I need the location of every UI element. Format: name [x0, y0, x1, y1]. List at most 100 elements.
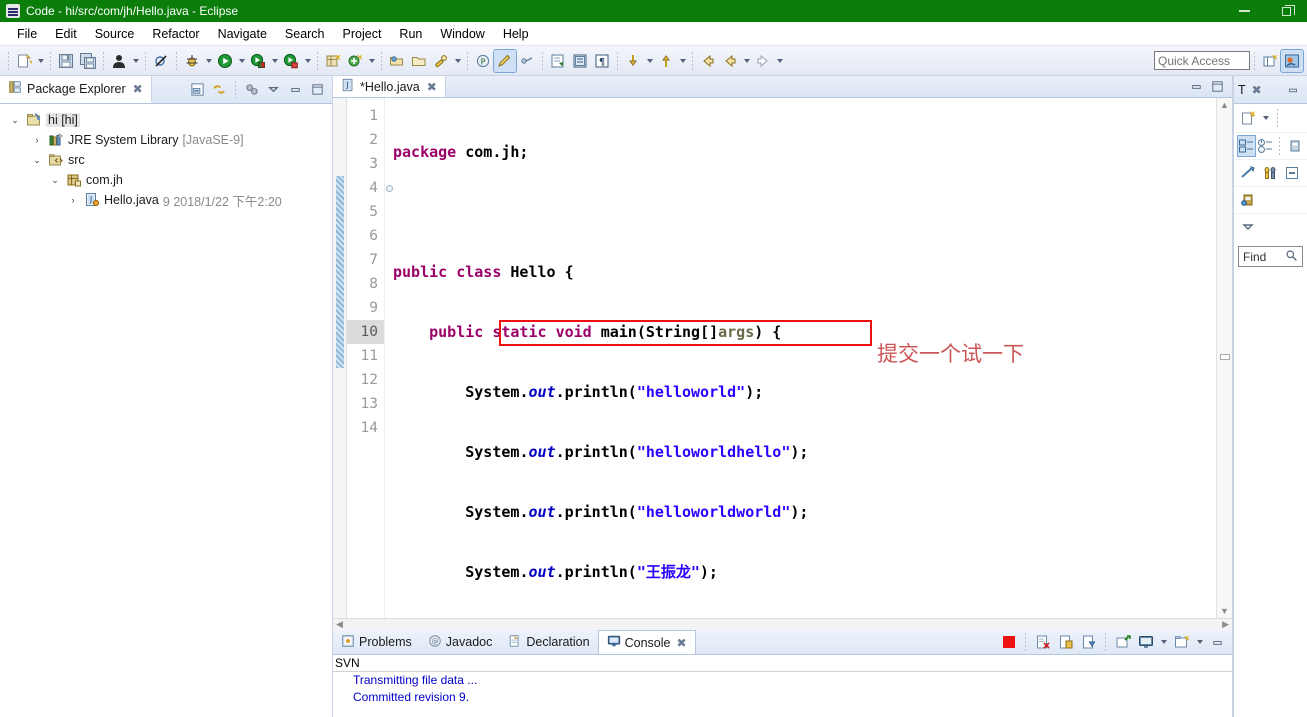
synchronize-icon[interactable]: [1286, 136, 1303, 156]
show-all-tasks-icon[interactable]: [1260, 163, 1280, 183]
link-with-editor-icon[interactable]: [209, 79, 230, 100]
tree-node-jre-library[interactable]: › JRE System Library [JavaSE-9]: [0, 130, 332, 150]
run-external-tools-icon[interactable]: [247, 50, 269, 72]
close-icon[interactable]: ✖: [133, 82, 143, 96]
maximize-icon[interactable]: [1207, 76, 1228, 97]
close-icon[interactable]: ✖: [1252, 83, 1262, 97]
user-profile-dropdown[interactable]: [130, 50, 141, 72]
maximize-icon[interactable]: [307, 79, 328, 100]
skip-breakpoints-icon[interactable]: [150, 50, 172, 72]
chevron-right-icon[interactable]: ›: [66, 193, 80, 207]
menu-help[interactable]: Help: [494, 24, 538, 44]
tree-node-src[interactable]: ⌄ src: [0, 150, 332, 170]
new-task-dropdown[interactable]: [1260, 107, 1271, 129]
restore-button[interactable]: [1265, 0, 1307, 22]
next-edit-dropdown[interactable]: [644, 50, 655, 72]
tab-declaration[interactable]: Declaration: [500, 630, 597, 654]
debug-icon[interactable]: [181, 50, 203, 72]
quick-access-input[interactable]: [1154, 51, 1250, 70]
menu-edit[interactable]: Edit: [46, 24, 86, 44]
coverage-dropdown[interactable]: [302, 50, 313, 72]
overview-ruler-mark[interactable]: [1220, 354, 1230, 360]
menu-navigate[interactable]: Navigate: [209, 24, 276, 44]
collapse-all-icon[interactable]: [1282, 163, 1302, 183]
scheduled-presentation-icon[interactable]: [1257, 136, 1274, 156]
tab-hello-java[interactable]: J *Hello.java ✖: [333, 76, 446, 97]
minimize-button[interactable]: [1223, 0, 1265, 22]
minimize-icon[interactable]: [1207, 632, 1228, 653]
minimize-icon[interactable]: [285, 79, 306, 100]
forward-nav-icon[interactable]: [752, 50, 774, 72]
scroll-lock-icon[interactable]: [1112, 632, 1133, 653]
minimize-icon[interactable]: [1283, 80, 1303, 100]
java-perspective-icon[interactable]: [1280, 48, 1304, 73]
run-icon[interactable]: [214, 50, 236, 72]
chevron-right-icon[interactable]: ›: [30, 133, 44, 147]
next-edit-icon[interactable]: [622, 50, 644, 72]
search-icon[interactable]: [1285, 249, 1298, 265]
toggle-mark-occurrences-icon[interactable]: P: [472, 50, 494, 72]
forward-history-icon[interactable]: [719, 50, 741, 72]
new-class-icon[interactable]: [344, 50, 366, 72]
menu-window[interactable]: Window: [431, 24, 493, 44]
clear-console-icon[interactable]: [1078, 632, 1099, 653]
new-wizard-dropdown[interactable]: [35, 50, 46, 72]
close-icon[interactable]: ✖: [427, 80, 437, 94]
coverage-icon[interactable]: [280, 50, 302, 72]
previous-edit-icon[interactable]: [569, 50, 591, 72]
focus-on-workweek-icon[interactable]: [1238, 163, 1258, 183]
new-task-icon[interactable]: [1238, 108, 1258, 128]
tab-package-explorer[interactable]: Package Explorer ✖: [0, 76, 152, 103]
previous-annotation-icon[interactable]: [655, 50, 677, 72]
close-icon[interactable]: ✖: [676, 636, 686, 650]
new-wizard-icon[interactable]: [13, 50, 35, 72]
remove-all-terminated-icon[interactable]: [1055, 632, 1076, 653]
view-menu-icon[interactable]: [1238, 217, 1258, 237]
console-output[interactable]: SVN Transmitting file data ... Committed…: [333, 655, 1232, 717]
scroll-up-icon[interactable]: ▲: [1220, 100, 1229, 110]
remove-launch-icon[interactable]: [1032, 632, 1053, 653]
source-code-text[interactable]: package com.jh; public class Hello { pub…: [385, 98, 1216, 618]
open-console-icon[interactable]: [1171, 632, 1192, 653]
paragraph-icon[interactable]: ¶: [591, 50, 613, 72]
previous-annotation-dropdown[interactable]: [677, 50, 688, 72]
external-tools-dropdown[interactable]: [269, 50, 280, 72]
search-dropdown[interactable]: [452, 50, 463, 72]
run-dropdown[interactable]: [236, 50, 247, 72]
chevron-down-icon[interactable]: ⌄: [48, 173, 62, 187]
task-find-field[interactable]: Find: [1238, 246, 1303, 267]
editor-horizontal-scrollbar[interactable]: ◀ ▶: [333, 618, 1232, 630]
collapse-all-icon[interactable]: [187, 79, 208, 100]
open-console-dropdown[interactable]: [1194, 631, 1205, 653]
view-menu-icon[interactable]: [263, 79, 284, 100]
scroll-left-icon[interactable]: ◀: [336, 619, 343, 630]
open-type-icon[interactable]: [386, 50, 408, 72]
tab-console[interactable]: Console ✖: [597, 630, 696, 654]
save-all-icon[interactable]: [77, 50, 99, 72]
next-annotation-icon[interactable]: [547, 50, 569, 72]
menu-source[interactable]: Source: [86, 24, 144, 44]
tree-node-package[interactable]: ⌄ com.jh: [0, 170, 332, 190]
task-list-tab-label[interactable]: T: [1238, 83, 1246, 97]
chevron-down-icon[interactable]: ⌄: [30, 153, 44, 167]
tree-node-java-file[interactable]: › J Hello.java 9 2018/1/22 下午2:20: [0, 190, 332, 210]
open-perspective-icon[interactable]: [1259, 50, 1281, 72]
focus-on-active-task-icon[interactable]: [241, 79, 262, 100]
search-icon[interactable]: [430, 50, 452, 72]
forward-nav-dropdown[interactable]: [774, 50, 785, 72]
pencil-highlight-icon[interactable]: [493, 48, 517, 73]
editor-vertical-scrollbar[interactable]: ▲ ▼: [1216, 98, 1232, 618]
menu-search[interactable]: Search: [276, 24, 334, 44]
history-dropdown[interactable]: [741, 50, 752, 72]
scroll-down-icon[interactable]: ▼: [1220, 606, 1229, 616]
menu-run[interactable]: Run: [390, 24, 431, 44]
new-java-project-icon[interactable]: [322, 50, 344, 72]
categorized-presentation-icon[interactable]: [1237, 135, 1256, 157]
menu-file[interactable]: File: [8, 24, 46, 44]
link-editor-icon[interactable]: [516, 50, 538, 72]
menu-refactor[interactable]: Refactor: [143, 24, 208, 44]
menu-project[interactable]: Project: [334, 24, 391, 44]
tree-node-project[interactable]: ⌄ hi [hi]: [0, 110, 332, 130]
minimize-icon[interactable]: [1186, 76, 1207, 97]
save-icon[interactable]: [55, 50, 77, 72]
